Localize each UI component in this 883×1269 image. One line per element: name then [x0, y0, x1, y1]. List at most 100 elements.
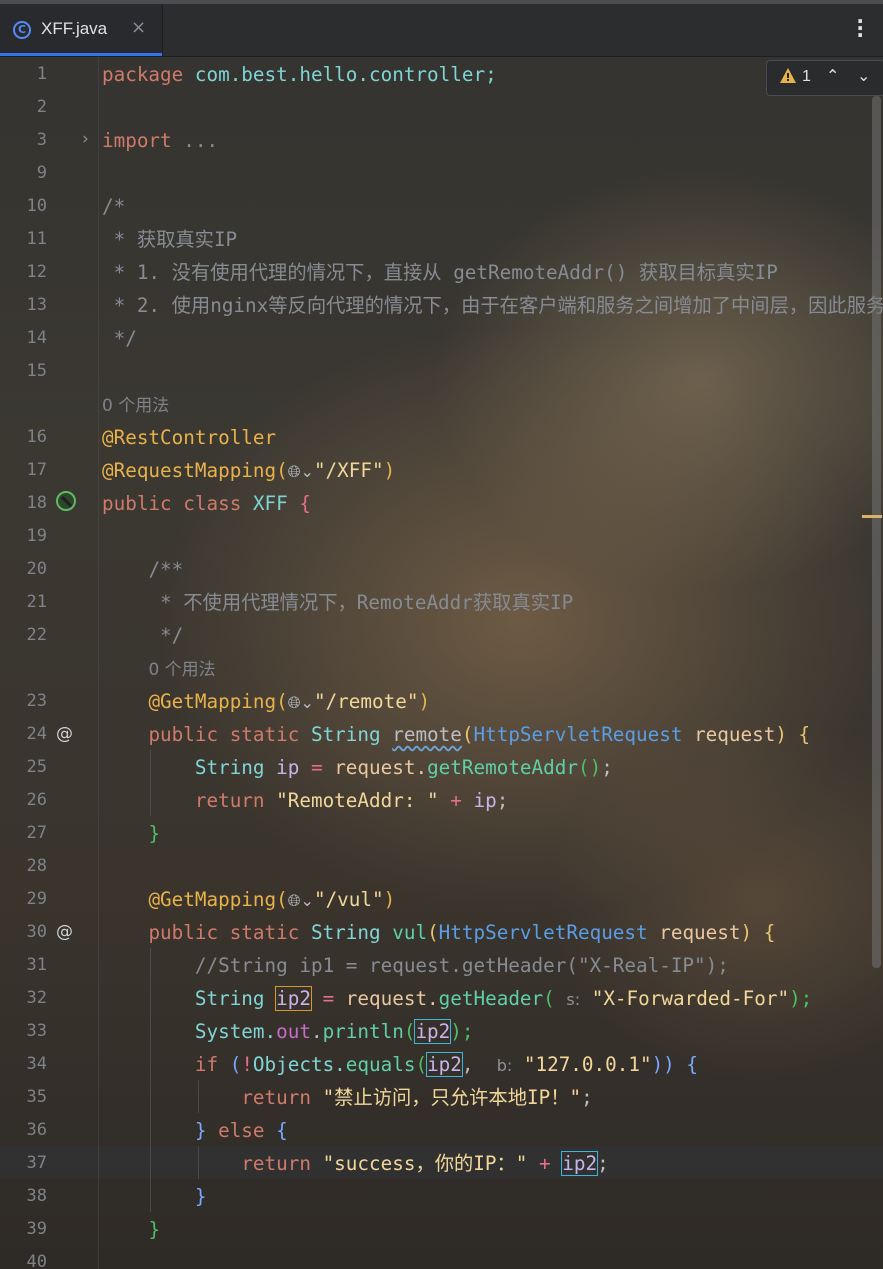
code-token: public static [148, 921, 300, 944]
code-line-10[interactable]: /* [102, 190, 125, 223]
warning-icon [780, 68, 796, 83]
code-token: HttpServletRequest [473, 723, 683, 746]
java-class-icon: C [13, 21, 31, 39]
code-token: ); [450, 1020, 474, 1043]
code-token: String [194, 987, 265, 1010]
code-token: ! [241, 1053, 253, 1076]
code-token: ; [496, 789, 509, 812]
code-line-23[interactable]: @GetMapping(🌐︎⌄"/remote") [102, 685, 430, 718]
inspection-widget[interactable]: 1 ⌃ ⌄ [766, 60, 883, 96]
code-line-30[interactable]: public static String vul(HttpServletRequ… [102, 916, 775, 949]
code-token: request [659, 921, 741, 944]
line-number: 37 [26, 1153, 47, 1173]
code-line-22[interactable]: */ [102, 619, 183, 652]
code-token: . [310, 1020, 323, 1043]
usage-hint[interactable]: 0 个用法 [148, 660, 215, 680]
code-token: )) [651, 1053, 675, 1076]
code-line-1[interactable]: package com.best.hello.controller; [102, 58, 497, 91]
code-line-24[interactable]: public static String remote(HttpServletR… [102, 718, 810, 751]
code-token: ); [789, 987, 813, 1010]
code-token: { [276, 1119, 288, 1142]
code-line-27[interactable]: } [102, 817, 160, 850]
line-number: 33 [26, 1021, 47, 1041]
code-token: ) [383, 888, 396, 911]
code-token: ip2 [414, 1019, 452, 1044]
code-line-21[interactable]: * 不使用代理情况下，RemoteAddr获取真实IP [102, 586, 573, 619]
code-line-26[interactable]: return "RemoteAddr: " + ip; [102, 784, 508, 817]
code-line-17[interactable]: @RequestMapping(🌐︎⌄"/XFF") [102, 454, 395, 487]
code-token: if [194, 1053, 219, 1076]
tab-xff-java[interactable]: C XFF.java × [0, 4, 163, 56]
line-number: 1 [36, 64, 47, 84]
code-token: */ [148, 624, 184, 647]
code-line-16[interactable]: @RestController [102, 421, 276, 454]
code-token: = [310, 756, 323, 779]
code-token: ip [276, 756, 300, 779]
fold-expand-icon[interactable]: › [82, 129, 89, 149]
code-line-38[interactable]: } [102, 1180, 207, 1213]
next-highlight-icon[interactable]: ⌄ [857, 66, 870, 85]
code-token: = [322, 987, 335, 1010]
spring-bean-icon[interactable] [56, 491, 76, 511]
code-line-39[interactable]: } [102, 1213, 160, 1246]
code-token: XFF [252, 492, 288, 515]
code-token: ( [461, 723, 474, 746]
code-line-13[interactable]: * 2. 使用nginx等反向代理的情况下，由于在客户端和服务之间增加了中间层，… [102, 289, 883, 322]
code-token: "X-Forwarded-For" [591, 987, 790, 1010]
line-number: 22 [26, 625, 47, 645]
code-line-36[interactable]: } else { [102, 1114, 288, 1147]
globe-icon[interactable]: 🌐︎⌄ [288, 891, 314, 910]
code-token: ( [427, 921, 439, 944]
close-tab-icon[interactable]: × [131, 17, 146, 38]
code-token: ip2 [426, 1052, 463, 1077]
code-line-3[interactable]: import ... [102, 124, 218, 157]
previous-highlight-icon[interactable]: ⌃ [826, 66, 839, 85]
code-line-31[interactable]: //String ip1 = request.getHeader("X-Real… [102, 949, 729, 982]
code-line-12[interactable]: * 1. 没有使用代理的情况下，直接从 getRemoteAddr() 获取目标… [102, 256, 778, 289]
code-line-34[interactable]: if (!Objects.equals(ip2, b: "127.0.0.1")… [102, 1048, 698, 1081]
code-token: //String ip1 = request.getHeader("X-Real… [194, 954, 729, 977]
code-line-35[interactable]: return "禁止访问，只允许本地IP！"; [102, 1081, 592, 1114]
line-number: 27 [26, 823, 47, 843]
code-token: HttpServletRequest [438, 921, 648, 944]
warning-count: 1 [802, 68, 811, 85]
code-token: ) [775, 723, 787, 746]
code-line-18[interactable]: public class XFF { [102, 487, 311, 520]
scrollbar-warning-marker[interactable] [862, 515, 882, 518]
code-token: package [102, 63, 184, 86]
code-line-20[interactable]: /** [102, 553, 183, 586]
usage-hint[interactable]: 0 个用法 [102, 396, 169, 416]
code-token: @GetMapping( [148, 690, 288, 713]
code-line-29[interactable]: @GetMapping(🌐︎⌄"/vul") [102, 883, 395, 916]
code-line-25[interactable]: String ip = request.getRemoteAddr(); [102, 751, 613, 784]
code-token: ; [601, 756, 613, 779]
code-token: import [102, 129, 172, 152]
code-token: { [686, 1053, 699, 1076]
line-number: 25 [26, 757, 47, 777]
line-number: 36 [26, 1120, 47, 1140]
folded-imports[interactable]: ... [183, 129, 218, 152]
code-token: public class [102, 492, 242, 515]
code-token: "RemoteAddr: " [276, 789, 439, 812]
web-endpoint-icon[interactable]: @ [56, 724, 73, 744]
active-tab-indicator [0, 53, 162, 56]
more-options-icon[interactable]: · · · [856, 11, 864, 45]
code-token: "禁止访问，只允许本地IP！" [322, 1086, 582, 1109]
code-token: ( [543, 987, 555, 1010]
line-number: 24 [26, 724, 47, 744]
line-number: 23 [26, 691, 47, 711]
vertical-scrollbar[interactable] [872, 96, 881, 968]
globe-icon[interactable]: 🌐︎⌄ [288, 693, 314, 712]
editor-window: C XFF.java × · · · 1 ⌃ ⌄ 1 2 3 9 10 11 12 … [0, 0, 883, 1269]
code-line-37[interactable]: return "success，你的IP：" + ip2; [102, 1147, 609, 1180]
code-line-33[interactable]: System.out.println(ip2); [102, 1015, 474, 1048]
code-line-11[interactable]: * 获取真实IP [102, 223, 238, 256]
code-line-14[interactable]: */ [102, 322, 137, 355]
web-endpoint-icon[interactable]: @ [56, 922, 73, 942]
code-line-32[interactable]: String ip2 = request.getHeader( s: "X-Fo… [102, 982, 812, 1015]
line-number: 11 [26, 229, 47, 249]
line-number: 19 [26, 526, 47, 546]
globe-icon[interactable]: 🌐︎⌄ [288, 462, 314, 481]
code-token: @RequestMapping( [102, 459, 288, 482]
code-token: String [310, 723, 381, 746]
